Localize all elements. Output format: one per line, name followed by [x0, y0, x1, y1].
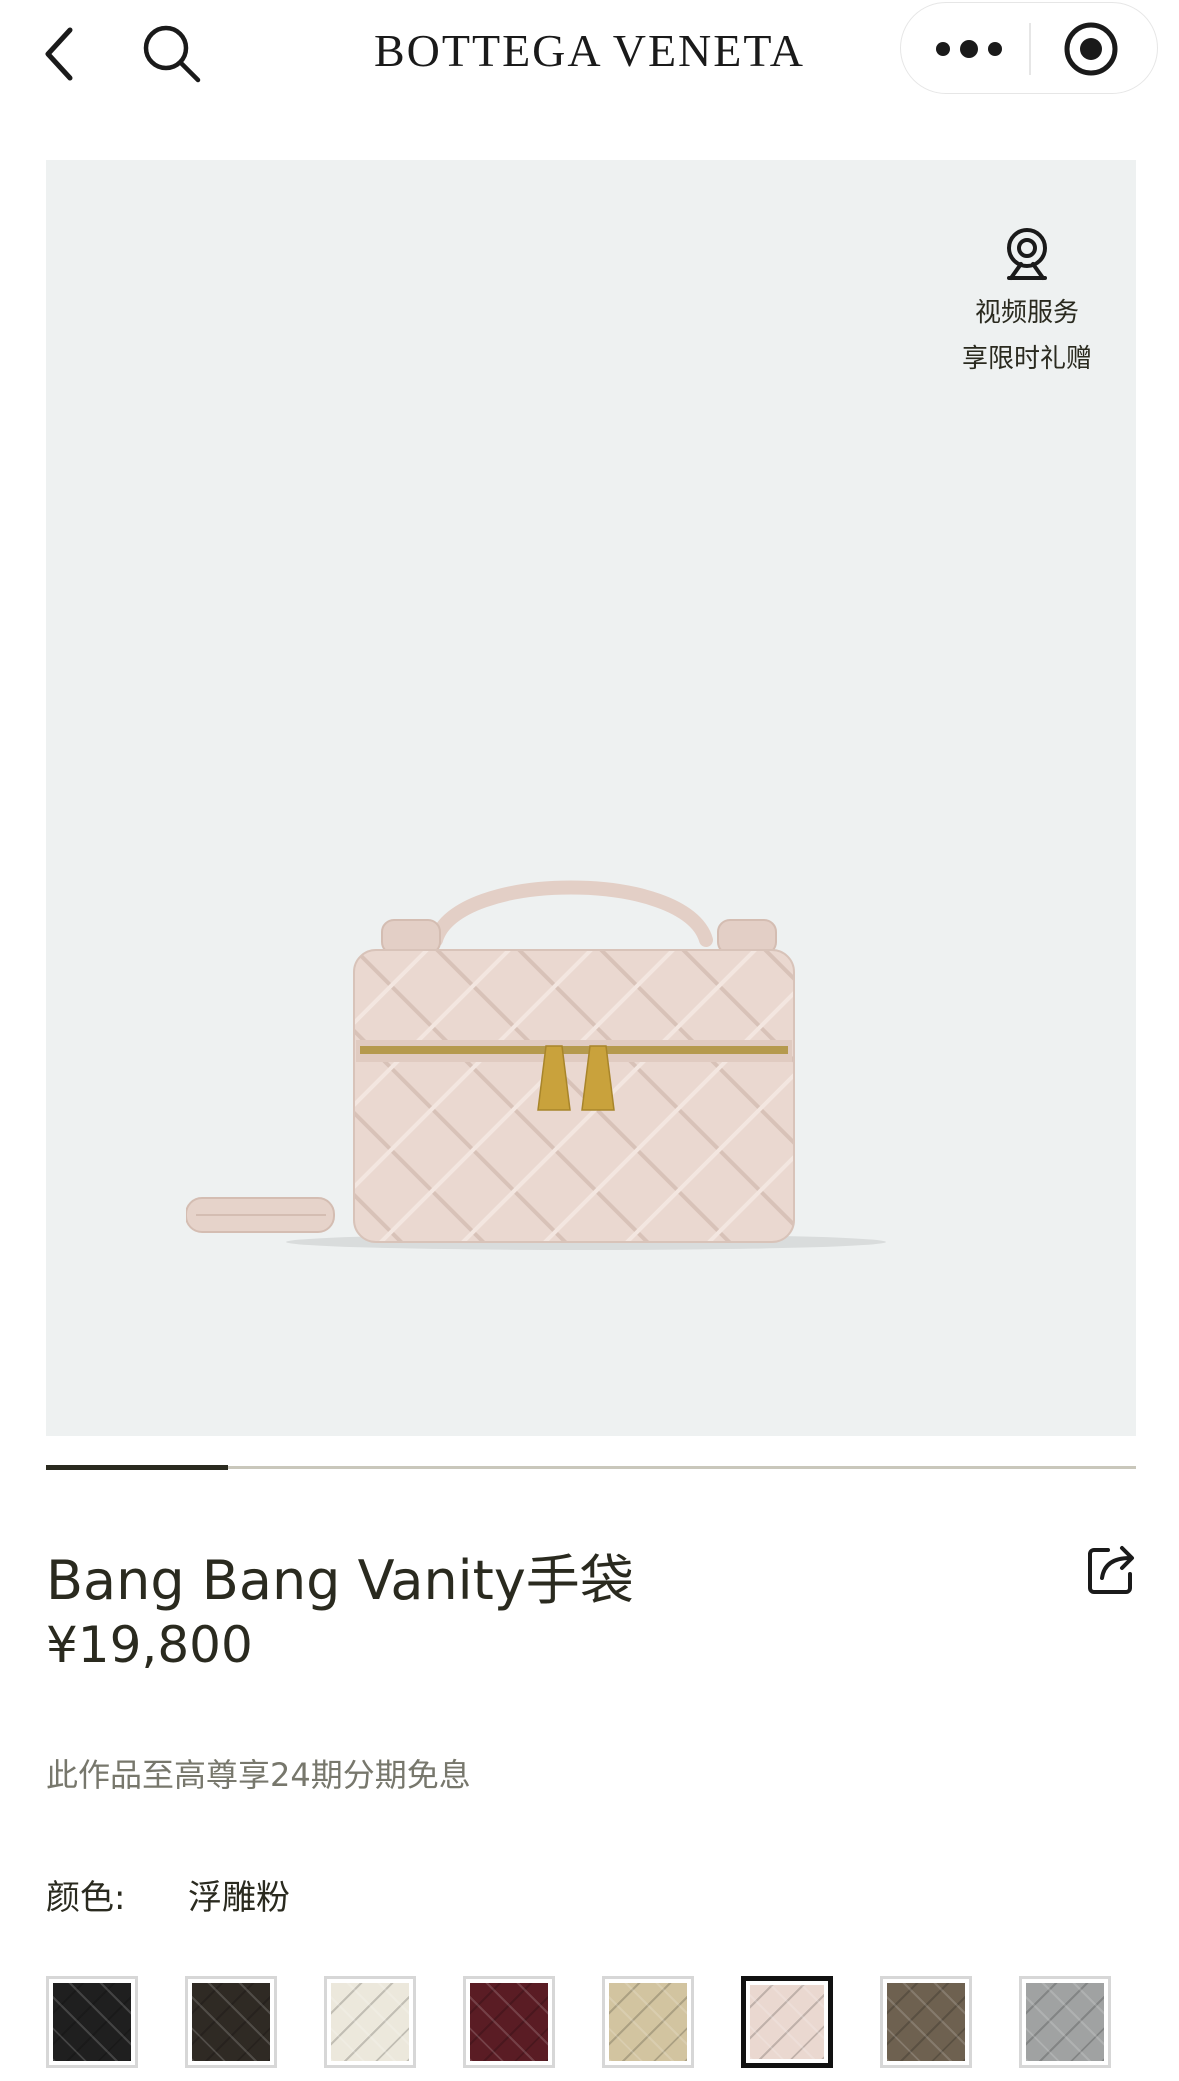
color-swatch-burgundy[interactable]: [463, 1976, 555, 2068]
video-service-label: 视频服务: [974, 298, 1079, 328]
color-swatch-cream[interactable]: [324, 1976, 416, 2068]
video-service-promo: 享限时礼赠: [961, 344, 1092, 374]
top-bar: BOTTEGA VENETA: [0, 0, 1179, 110]
product-price: ¥19,800: [46, 1616, 253, 1674]
color-swatch-sand[interactable]: [602, 1976, 694, 2068]
swatch-texture: [750, 1985, 824, 2059]
swatch-texture: [470, 1983, 548, 2061]
video-service-button[interactable]: 视频服务 享限时礼赠: [952, 226, 1102, 382]
gallery-progress-fill: [46, 1465, 229, 1470]
gallery-progress-bar: [46, 1465, 1136, 1470]
color-swatch-taupe[interactable]: [880, 1976, 972, 2068]
color-swatch-grey[interactable]: [1019, 1976, 1111, 2068]
installment-note: 此作品至高尊享24期分期免息: [46, 1756, 471, 1794]
swatch-texture: [1026, 1983, 1104, 2061]
swatch-texture: [192, 1983, 270, 2061]
close-mini-program-button[interactable]: [1061, 19, 1121, 79]
swatch-texture: [887, 1983, 965, 2061]
more-button[interactable]: [929, 25, 1009, 73]
handbag-illustration: [186, 880, 886, 1250]
capsule-divider: [1029, 23, 1031, 75]
swatch-texture: [53, 1983, 131, 2061]
swatch-texture: [331, 1983, 409, 2061]
more-dots-icon: [936, 40, 1002, 58]
product-image[interactable]: 视频服务 享限时礼赠: [46, 160, 1136, 1436]
record-target-icon: [1064, 22, 1118, 76]
color-swatch-black[interactable]: [46, 1976, 138, 2068]
mini-program-capsule: [900, 2, 1158, 94]
product-title: Bang Bang Vanity手袋: [46, 1549, 634, 1612]
share-icon: [1088, 1546, 1134, 1594]
color-swatch-pink[interactable]: [741, 1976, 833, 2068]
color-swatch-dark-brown[interactable]: [185, 1976, 277, 2068]
color-label: 颜色:: [46, 1878, 126, 1918]
webcam-icon: [1007, 228, 1047, 280]
color-row: 颜色: 浮雕粉: [46, 1870, 290, 1919]
share-button[interactable]: [1086, 1540, 1138, 1596]
color-swatches: [46, 1976, 1146, 2068]
swatch-texture: [609, 1983, 687, 2061]
color-value: 浮雕粉: [188, 1878, 290, 1918]
